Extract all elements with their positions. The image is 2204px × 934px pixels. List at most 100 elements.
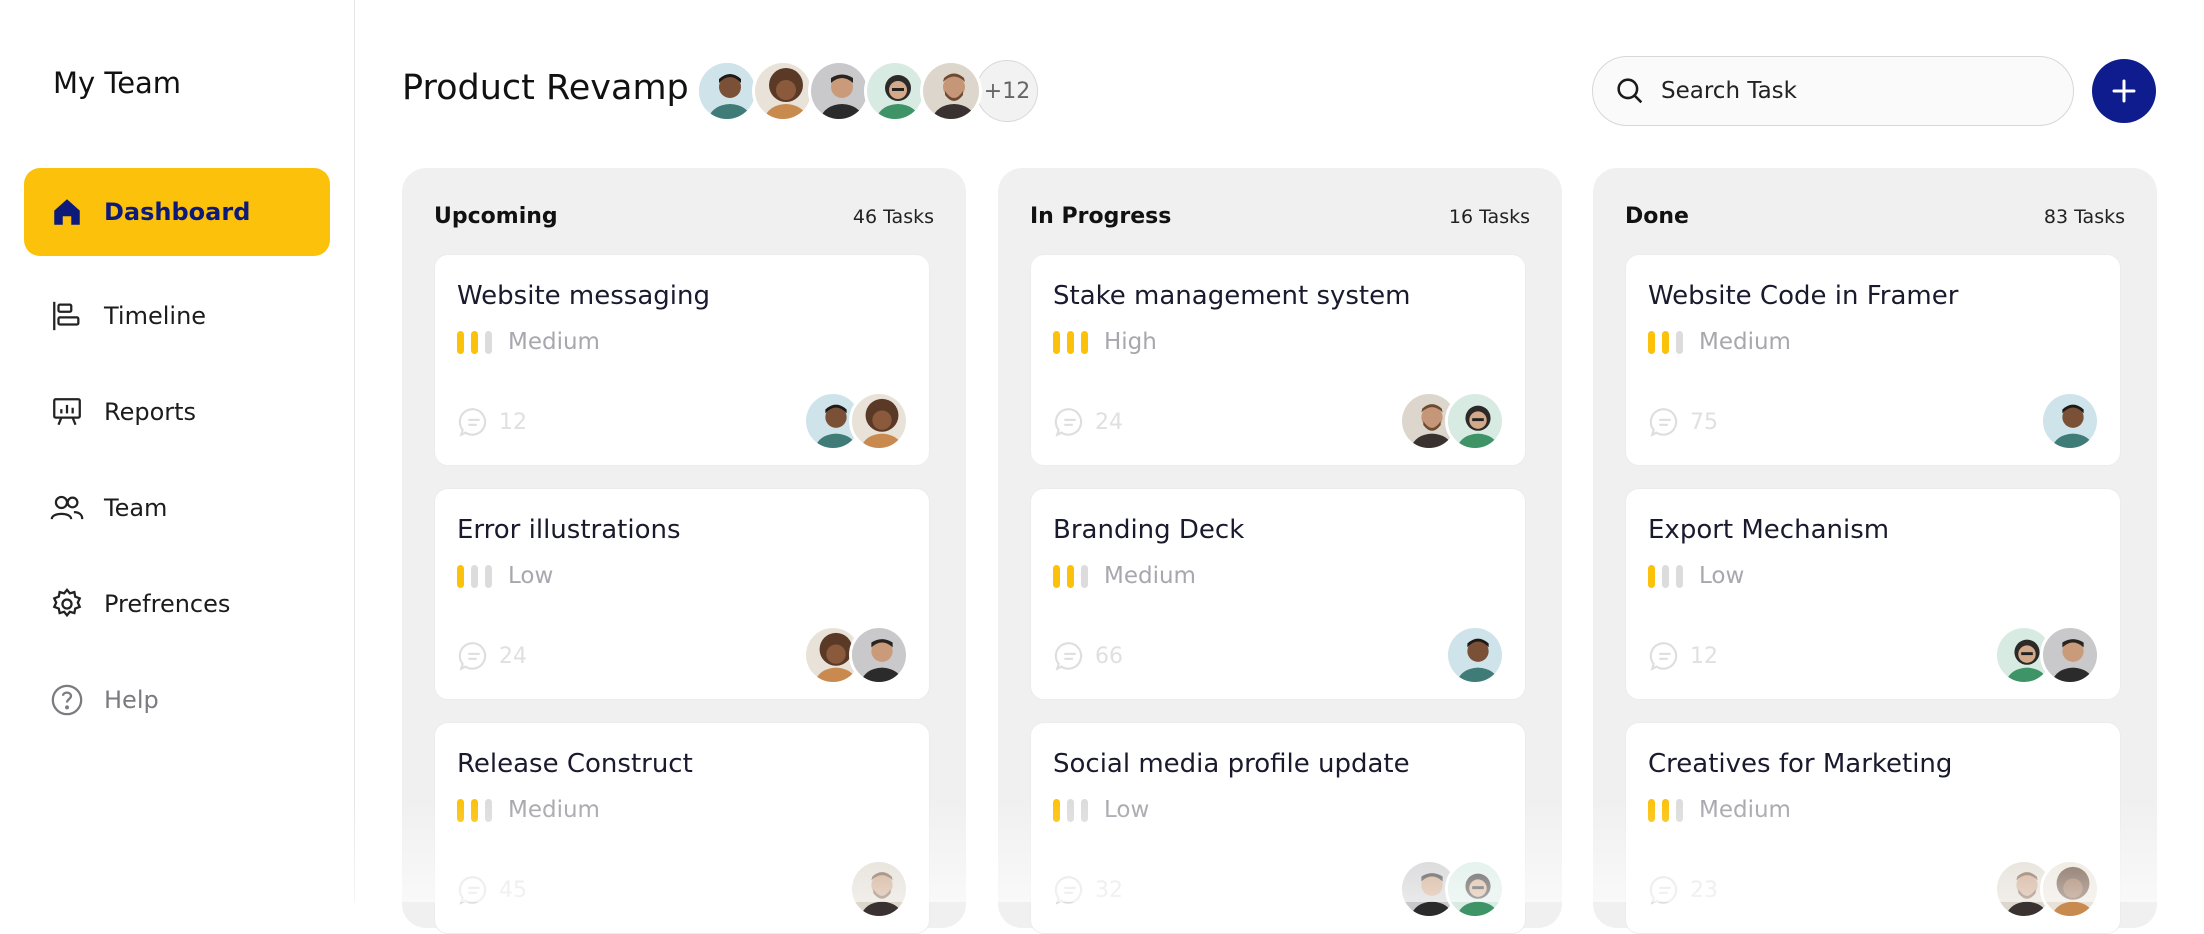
task-card[interactable]: Website Code in Framer Medium 75	[1625, 254, 2121, 466]
comment-count: 45	[499, 877, 527, 903]
team-avatars[interactable]: +12	[696, 60, 1038, 122]
users-icon	[47, 488, 87, 528]
sidebar: My Team Dashboard Timeline Reports Team …	[0, 0, 355, 902]
task-card[interactable]: Social media profile update Low 32	[1030, 722, 1526, 934]
home-icon	[47, 192, 87, 232]
avatar[interactable]	[808, 60, 870, 122]
presentation-chart-icon	[47, 392, 87, 432]
comment-count: 12	[499, 409, 527, 435]
column-upcoming: Upcoming 46 Tasks Website messaging Medi…	[402, 168, 966, 934]
priority-label: Low	[1104, 797, 1150, 823]
priority-label: Low	[508, 563, 554, 589]
priority-label: Medium	[508, 797, 600, 823]
sidebar-item-reports[interactable]: Reports	[24, 368, 330, 456]
comment-icon	[458, 642, 487, 671]
sidebar-item-timeline[interactable]: Timeline	[24, 272, 330, 360]
assignees[interactable]	[803, 625, 909, 685]
sidebar-item-help[interactable]: Help	[24, 656, 330, 744]
avatar[interactable]	[1445, 625, 1505, 685]
column-title: Upcoming	[434, 204, 558, 229]
search-input[interactable]	[1659, 77, 2043, 105]
avatar[interactable]	[849, 859, 909, 919]
add-task-button[interactable]	[2092, 59, 2156, 123]
sidebar-item-label: Prefrences	[104, 590, 231, 618]
column-done: Done 83 Tasks Website Code in Framer Med…	[1593, 168, 2157, 934]
sidebar-item-dashboard[interactable]: Dashboard	[24, 168, 330, 256]
more-members-badge[interactable]: +12	[976, 60, 1038, 122]
priority-indicator: Low	[1053, 797, 1149, 823]
priority-indicator: Medium	[457, 329, 600, 355]
avatar[interactable]	[752, 60, 814, 122]
avatar[interactable]	[920, 60, 982, 122]
sidebar-item-label: Reports	[104, 398, 197, 426]
task-title: Export Mechanism	[1648, 515, 1890, 545]
avatar[interactable]	[849, 391, 909, 451]
timeline-icon	[47, 296, 87, 336]
comment-count: 32	[1095, 877, 1123, 903]
comment-count: 24	[499, 643, 527, 669]
comment-count: 23	[1690, 877, 1718, 903]
comments[interactable]: 24	[1053, 405, 1123, 439]
task-card[interactable]: Export Mechanism Low 12	[1625, 488, 2121, 700]
assignees[interactable]	[1445, 625, 1505, 685]
priority-indicator: Medium	[1648, 797, 1791, 823]
task-title: Release Construct	[457, 749, 693, 779]
sidebar-item-label: Help	[104, 686, 159, 714]
comment-count: 66	[1095, 643, 1123, 669]
comment-count: 24	[1095, 409, 1123, 435]
comment-icon	[1649, 408, 1678, 437]
assignees[interactable]	[1399, 391, 1505, 451]
sidebar-item-label: Timeline	[104, 302, 207, 330]
avatar[interactable]	[2040, 625, 2100, 685]
priority-indicator: Low	[1648, 563, 1744, 589]
comments[interactable]: 75	[1648, 405, 1718, 439]
comments[interactable]: 12	[1648, 639, 1718, 673]
task-card[interactable]: Error illustrations Low 24	[434, 488, 930, 700]
task-title: Website messaging	[457, 281, 710, 311]
assignees[interactable]	[1399, 859, 1505, 919]
task-title: Social media profile update	[1053, 749, 1410, 779]
priority-indicator: Medium	[457, 797, 600, 823]
task-card[interactable]: Branding Deck Medium 66	[1030, 488, 1526, 700]
assignees[interactable]	[849, 859, 909, 919]
assignees[interactable]	[2040, 391, 2100, 451]
task-card[interactable]: Stake management system High 24	[1030, 254, 1526, 466]
sidebar-item-team[interactable]: Team	[24, 464, 330, 552]
task-title: Error illustrations	[457, 515, 681, 545]
task-card[interactable]: Website messaging Medium 12	[434, 254, 930, 466]
priority-label: Medium	[1699, 797, 1791, 823]
comment-icon	[1054, 642, 1083, 671]
comments[interactable]: 12	[457, 405, 527, 439]
avatar[interactable]	[1445, 391, 1505, 451]
priority-indicator: Low	[457, 563, 553, 589]
avatar[interactable]	[1445, 859, 1505, 919]
plus-icon	[2112, 79, 2136, 103]
sidebar-item-preferences[interactable]: Prefrences	[24, 560, 330, 648]
task-card[interactable]: Creatives for Marketing Medium 23	[1625, 722, 2121, 934]
avatar[interactable]	[696, 60, 758, 122]
priority-label: Low	[1699, 563, 1745, 589]
comment-count: 12	[1690, 643, 1718, 669]
priority-indicator: High	[1053, 329, 1157, 355]
sidebar-title: My Team	[53, 66, 182, 100]
avatar[interactable]	[2040, 391, 2100, 451]
assignees[interactable]	[1994, 625, 2100, 685]
avatar[interactable]	[864, 60, 926, 122]
search-box[interactable]	[1592, 56, 2074, 126]
task-title: Branding Deck	[1053, 515, 1245, 545]
comments[interactable]: 24	[457, 639, 527, 673]
column-in-progress: In Progress 16 Tasks Stake management sy…	[998, 168, 1562, 934]
task-card[interactable]: Release Construct Medium 45	[434, 722, 930, 934]
assignees[interactable]	[1994, 859, 2100, 919]
task-title: Website Code in Framer	[1648, 281, 1959, 311]
priority-indicator: Medium	[1053, 563, 1196, 589]
comment-icon	[1054, 408, 1083, 437]
priority-indicator: Medium	[1648, 329, 1791, 355]
column-title: Done	[1625, 204, 1689, 229]
comment-icon	[1649, 642, 1678, 671]
assignees[interactable]	[803, 391, 909, 451]
avatar[interactable]	[2040, 859, 2100, 919]
column-title: In Progress	[1030, 204, 1172, 229]
avatar[interactable]	[849, 625, 909, 685]
comments[interactable]: 66	[1053, 639, 1123, 673]
